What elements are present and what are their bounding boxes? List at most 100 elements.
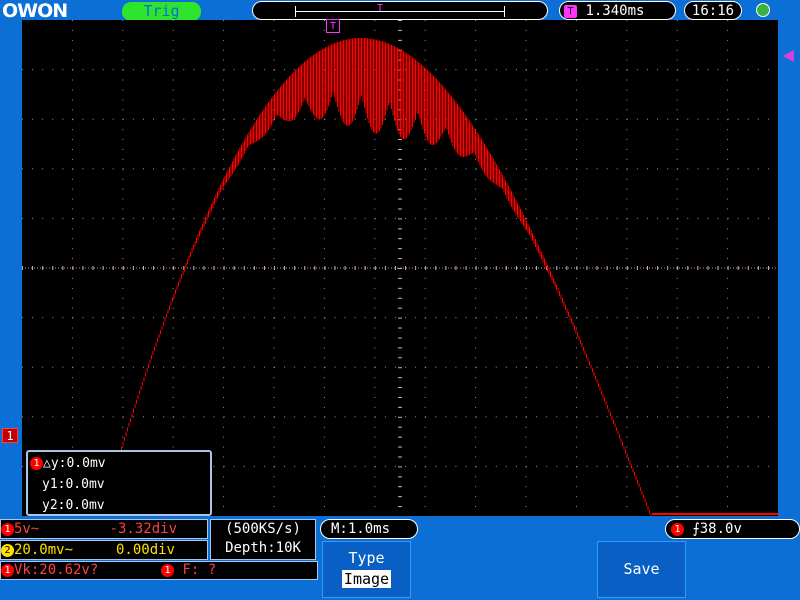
grid-dot xyxy=(677,168,679,170)
sample-rate: (500KS/s) xyxy=(225,521,301,537)
grid-dot xyxy=(71,208,73,210)
grid-dot xyxy=(52,168,54,170)
grid-dot xyxy=(515,416,517,418)
time-offset-display[interactable]: T 1.340ms xyxy=(559,1,676,20)
grid-dot xyxy=(646,366,648,368)
grid-dot xyxy=(223,129,225,131)
save-button[interactable]: Save xyxy=(597,541,686,598)
grid-dot xyxy=(323,258,325,260)
grid-dot xyxy=(566,118,568,120)
grid-dot xyxy=(525,258,527,260)
grid-dot xyxy=(727,317,729,319)
type-button[interactable]: Type Image xyxy=(322,541,411,598)
trigger-level-display[interactable]: 1 ⨍38.0v xyxy=(665,519,800,539)
grid-dot xyxy=(374,426,376,428)
grid-dot xyxy=(575,29,577,31)
grid-dot xyxy=(737,465,739,467)
grid-dot xyxy=(676,496,678,498)
grid-dot xyxy=(747,366,749,368)
center-tick xyxy=(32,266,34,270)
grid-dot xyxy=(717,69,719,71)
grid-dot xyxy=(71,99,73,101)
grid-dot xyxy=(273,436,275,438)
timebase-display[interactable]: M:1.0ms xyxy=(320,519,418,539)
grid-dot xyxy=(263,217,265,219)
grid-dot xyxy=(727,168,729,170)
grid-dot xyxy=(253,465,255,467)
grid-dot xyxy=(575,476,577,478)
grid-dot xyxy=(687,69,689,71)
grid-dot xyxy=(475,39,477,41)
grid-dot xyxy=(757,69,759,71)
grid-dot xyxy=(737,69,739,71)
grid-dot xyxy=(72,217,74,219)
grid-dot xyxy=(172,109,174,111)
grid-dot xyxy=(525,178,527,180)
grid-dot xyxy=(223,217,225,219)
grid-dot xyxy=(727,416,729,418)
grid-dot xyxy=(223,20,225,21)
grid-dot xyxy=(203,366,205,368)
ch2-info[interactable]: 2 20.0mv~ 0.00div xyxy=(0,540,208,560)
grid-dot xyxy=(515,217,517,219)
grid-dot xyxy=(324,217,326,219)
grid-dot xyxy=(485,317,487,319)
center-tick xyxy=(767,266,769,270)
grid-dot xyxy=(323,198,325,200)
grid-dot xyxy=(475,307,477,309)
center-tick xyxy=(515,266,517,270)
grid-dot xyxy=(274,217,275,219)
trigger-level-arrow[interactable] xyxy=(783,50,794,62)
grid-dot xyxy=(223,416,225,418)
grid-dot xyxy=(142,118,144,120)
ch1-info[interactable]: 1 5v~ -3.32div xyxy=(0,519,208,539)
timebase-position-bar[interactable]: T xyxy=(252,1,548,20)
grid-dot xyxy=(22,366,23,368)
grid-dot xyxy=(424,387,426,389)
grid-dot xyxy=(667,118,669,120)
grid-dot xyxy=(575,198,577,200)
grid-dot xyxy=(71,337,73,339)
grid-dot xyxy=(556,416,558,418)
grid-dot xyxy=(646,317,648,319)
grid-dot xyxy=(546,366,548,368)
grid-dot xyxy=(394,168,396,170)
grid-dot xyxy=(606,317,608,319)
grid-dot xyxy=(172,307,174,309)
grid-dot xyxy=(122,49,124,51)
trigger-channel-badge: 1 xyxy=(671,522,684,536)
ch1-ground-marker[interactable]: 1 xyxy=(2,428,18,443)
waveform-display[interactable] xyxy=(22,20,778,516)
grid-dot xyxy=(334,168,336,170)
grid-dot xyxy=(374,327,376,329)
grid-dot xyxy=(475,238,477,240)
grid-dot xyxy=(676,139,678,141)
grid-dot xyxy=(424,426,426,428)
grid-dot xyxy=(596,118,598,120)
grid-dot xyxy=(455,366,457,368)
grid-dot xyxy=(526,168,527,170)
grid-dot xyxy=(727,69,729,71)
grid-dot xyxy=(525,377,527,379)
grid-dot xyxy=(223,228,225,230)
grid-dot xyxy=(122,337,124,339)
grid-dot xyxy=(354,465,356,467)
grid-dot xyxy=(626,139,628,141)
grid-dot xyxy=(374,178,376,180)
grid-dot xyxy=(525,59,527,61)
grid-dot xyxy=(425,366,427,368)
grid-dot xyxy=(475,217,477,219)
grid-dot xyxy=(727,49,729,51)
grid-dot xyxy=(575,406,577,408)
grid-dot xyxy=(676,109,678,111)
grid-dot xyxy=(606,217,608,219)
center-tick xyxy=(398,416,402,418)
grid-dot xyxy=(556,317,558,319)
grid-dot xyxy=(727,406,729,408)
grid-dot xyxy=(505,465,507,467)
waveform-svg xyxy=(22,20,778,516)
grid-dot xyxy=(626,287,628,289)
grid-dot xyxy=(596,317,598,319)
grid-dot xyxy=(445,366,447,368)
grid-dot xyxy=(646,69,648,71)
